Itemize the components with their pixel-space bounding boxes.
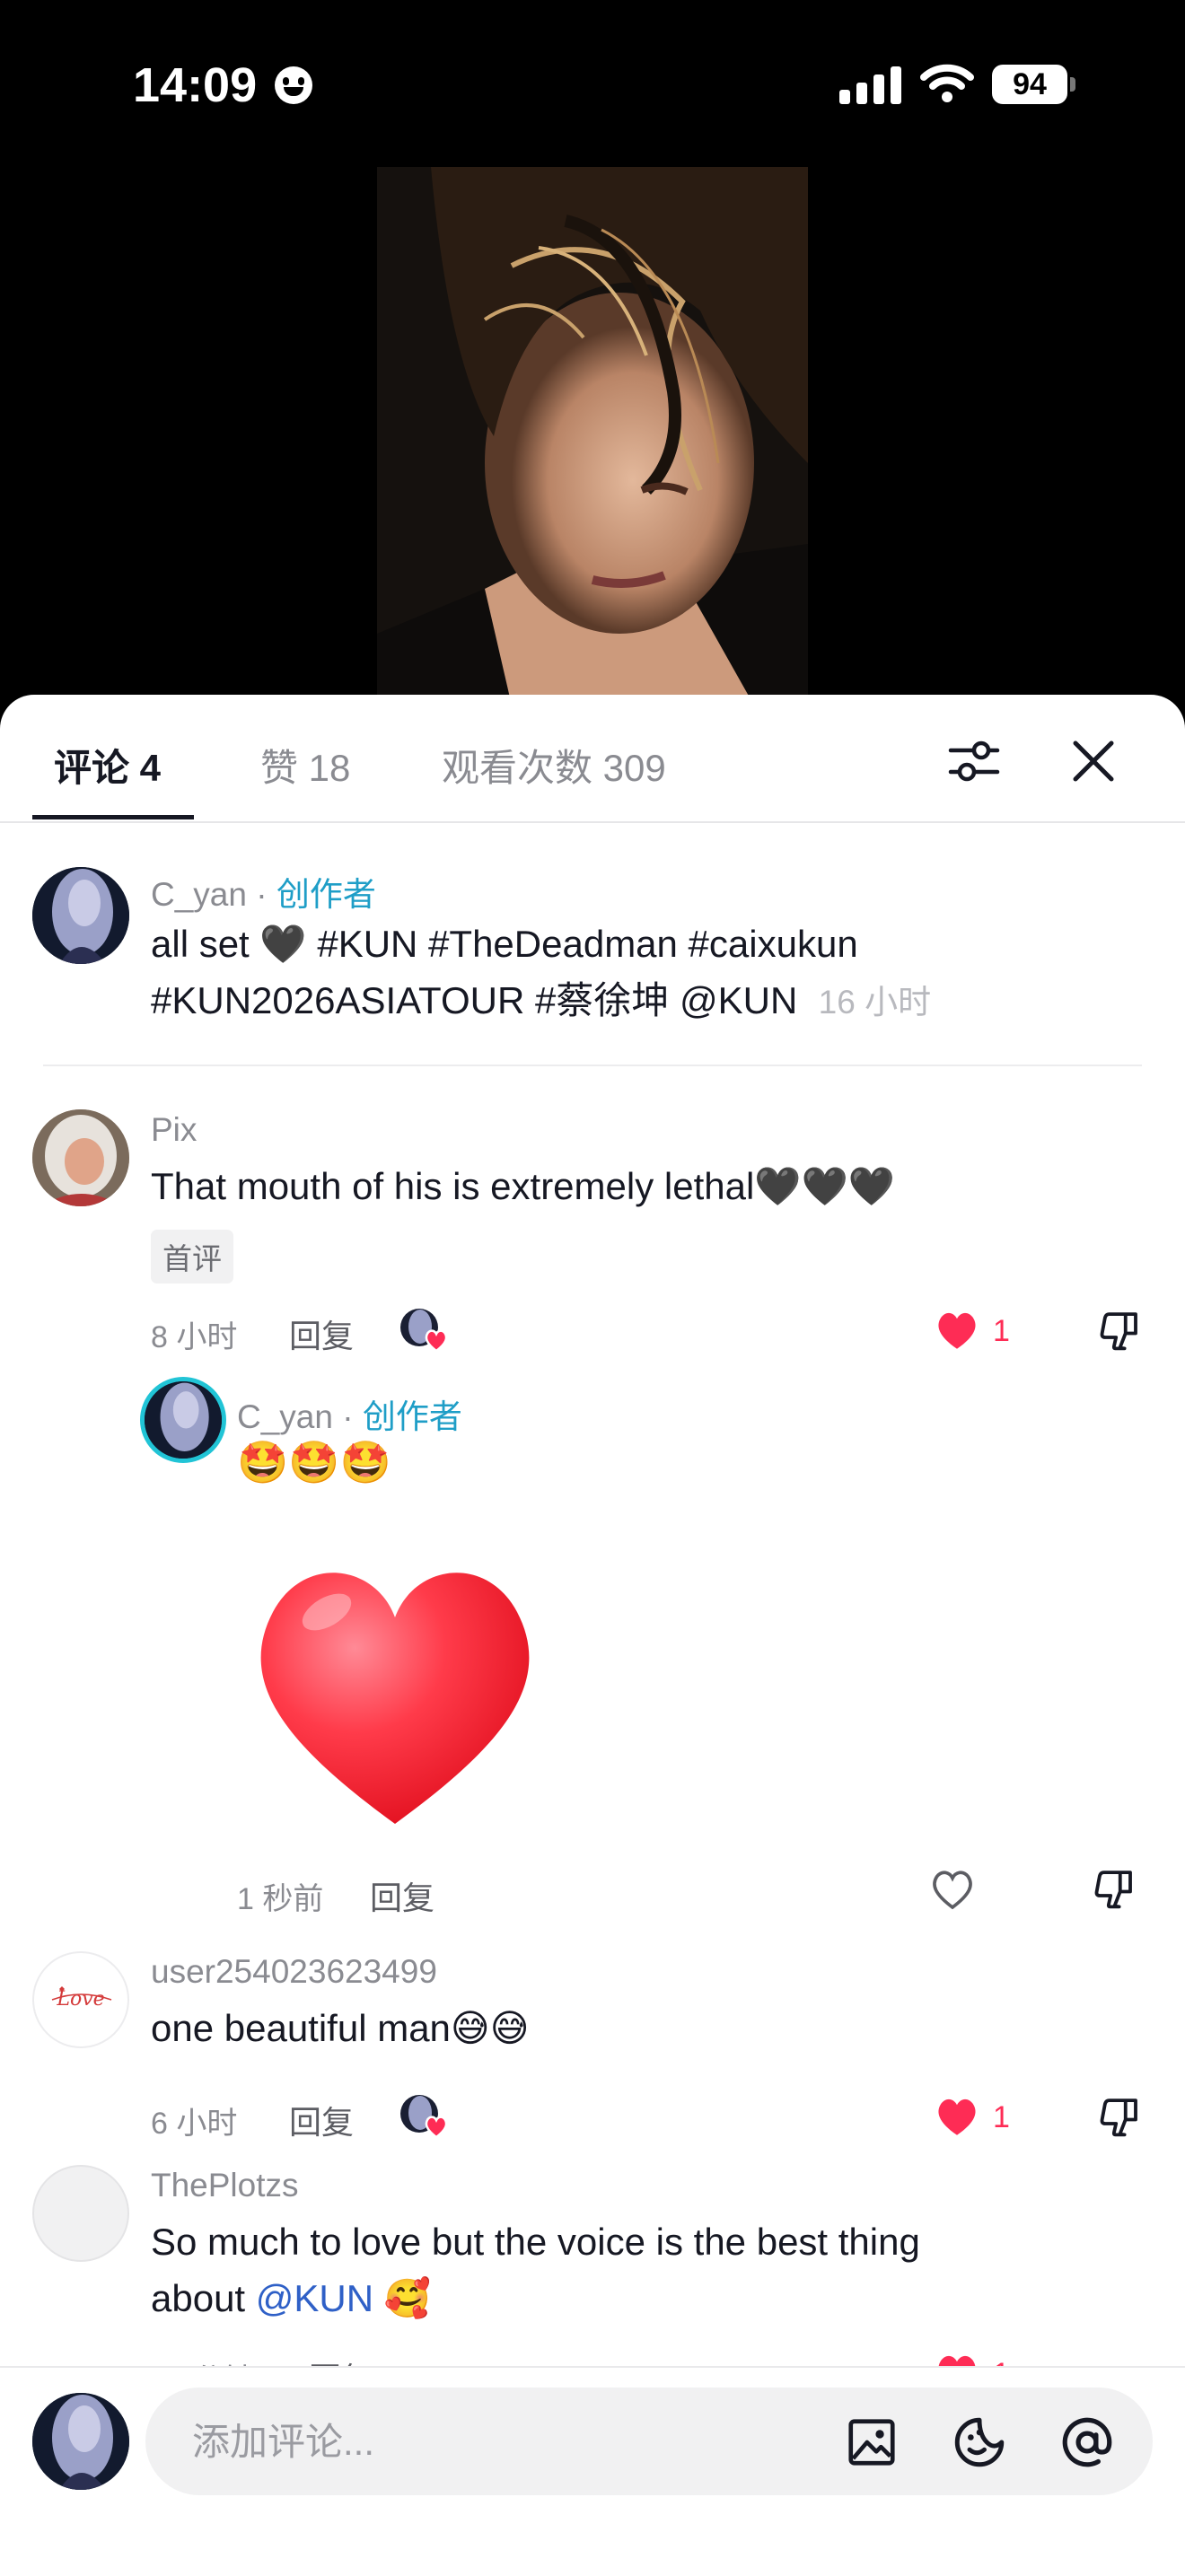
caption-text: all set 🖤 #KUN #TheDeadman #caixukun #KU… (151, 916, 1102, 1030)
comment-text: So much to love but the voice is the bes… (151, 2213, 1120, 2326)
sticker-icon[interactable] (950, 2413, 1009, 2472)
tabs-divider (0, 821, 1185, 823)
reply-button[interactable]: 回复 (289, 2097, 354, 2143)
like-count: 1 (993, 1314, 1010, 1348)
avatar-love-text: Love (56, 1988, 104, 2011)
dislike-icon[interactable] (1095, 2091, 1144, 2140)
caption-line-1: all set 🖤 #KUN #TheDeadman #caixukun (151, 923, 858, 965)
comment-text-line-1: So much to love but the voice is the bes… (151, 2221, 920, 2263)
comment-username[interactable]: ThePlotzs (151, 2167, 299, 2204)
comment-text-suffix: 🥰 (373, 2277, 432, 2319)
avatar-user254023623499[interactable]: Love (32, 1951, 129, 2048)
comment-text-prefix: about (151, 2277, 256, 2319)
reply-button[interactable]: 回复 (289, 1310, 354, 1357)
comment-text: That mouth of his is extremely lethal🖤🖤🖤 (151, 1165, 896, 1207)
comment-input[interactable] (190, 2388, 930, 2497)
signal-icon (839, 63, 902, 104)
my-avatar[interactable] (32, 2393, 129, 2490)
comment-text-line-2: about @KUN 🥰 (151, 2270, 1120, 2326)
reply-time: 1 秒前 (237, 1882, 324, 1916)
caption-author[interactable]: C_yan · 创作者 (151, 867, 376, 916)
at-icon[interactable] (1058, 2413, 1117, 2472)
comment-time: 8 小时 (151, 1320, 238, 1354)
active-tab-indicator (32, 815, 194, 819)
creator-heart-icon (425, 2116, 448, 2138)
tab-comments[interactable]: 评论 4 (54, 738, 161, 793)
heart-outline-icon[interactable] (928, 1867, 977, 1912)
tab-views[interactable]: 观看次数 309 (442, 738, 666, 793)
comment-time: 6 小时 (151, 2107, 238, 2141)
avatar-theplotzs[interactable] (32, 2165, 129, 2262)
post-photo[interactable] (377, 167, 808, 697)
avatar-creator[interactable] (32, 867, 129, 964)
mention-link[interactable]: @KUN (256, 2277, 373, 2319)
reply-text: 🤩🤩🤩 (237, 1439, 391, 1485)
creator-tag: 创作者 (276, 876, 376, 913)
status-time: 14:09 (133, 58, 258, 112)
caption-line-2-wrap: #KUN2026ASIATOUR #蔡徐坤 @KUN 16 小时 (151, 972, 1102, 1030)
smiley-icon (275, 66, 312, 104)
caption-time: 16 小时 (818, 984, 932, 1021)
battery-icon: 94 (992, 65, 1067, 104)
comment-username[interactable]: Pix (151, 1111, 197, 1149)
battery-cap (1070, 77, 1075, 92)
heart-sticker[interactable] (253, 1558, 537, 1827)
creator-heart-icon (425, 1329, 448, 1352)
reply-username[interactable]: C_yan (237, 1398, 333, 1435)
comments-sheet: 评论 4 赞 18 观看次数 309 C_yan · 创作者 all set 🖤… (0, 695, 1185, 2574)
comment-text: one beautiful man😅😅 (151, 2007, 530, 2049)
caption-separator: · (246, 876, 276, 913)
dislike-icon[interactable] (1095, 1305, 1144, 1354)
first-comment-badge: 首评 (151, 1230, 233, 1284)
reply-creator-tag: 创作者 (362, 1398, 462, 1435)
like-count: 1 (993, 2100, 1010, 2134)
avatar-pix[interactable] (32, 1109, 129, 1206)
heart-icon[interactable] (934, 2095, 980, 2138)
caption-line-2: #KUN2026ASIATOUR #蔡徐坤 @KUN (151, 979, 798, 1021)
caption-username[interactable]: C_yan (151, 876, 247, 913)
wifi-icon (920, 64, 974, 102)
close-icon[interactable] (1070, 738, 1117, 784)
caption-divider (43, 1065, 1142, 1066)
reply-reply-button[interactable]: 回复 (370, 1872, 434, 1919)
tab-likes[interactable]: 赞 18 (260, 738, 350, 793)
filter-icon[interactable] (947, 734, 1001, 788)
reply-dislike-icon[interactable] (1090, 1863, 1138, 1912)
heart-icon[interactable] (934, 1309, 980, 1352)
avatar-reply-creator[interactable] (140, 1377, 226, 1463)
image-icon[interactable] (844, 2414, 900, 2470)
comment-username[interactable]: user254023623499 (151, 1953, 437, 1991)
reply-author[interactable]: C_yan · 创作者 (237, 1389, 462, 1438)
reply-separator: · (332, 1398, 363, 1435)
